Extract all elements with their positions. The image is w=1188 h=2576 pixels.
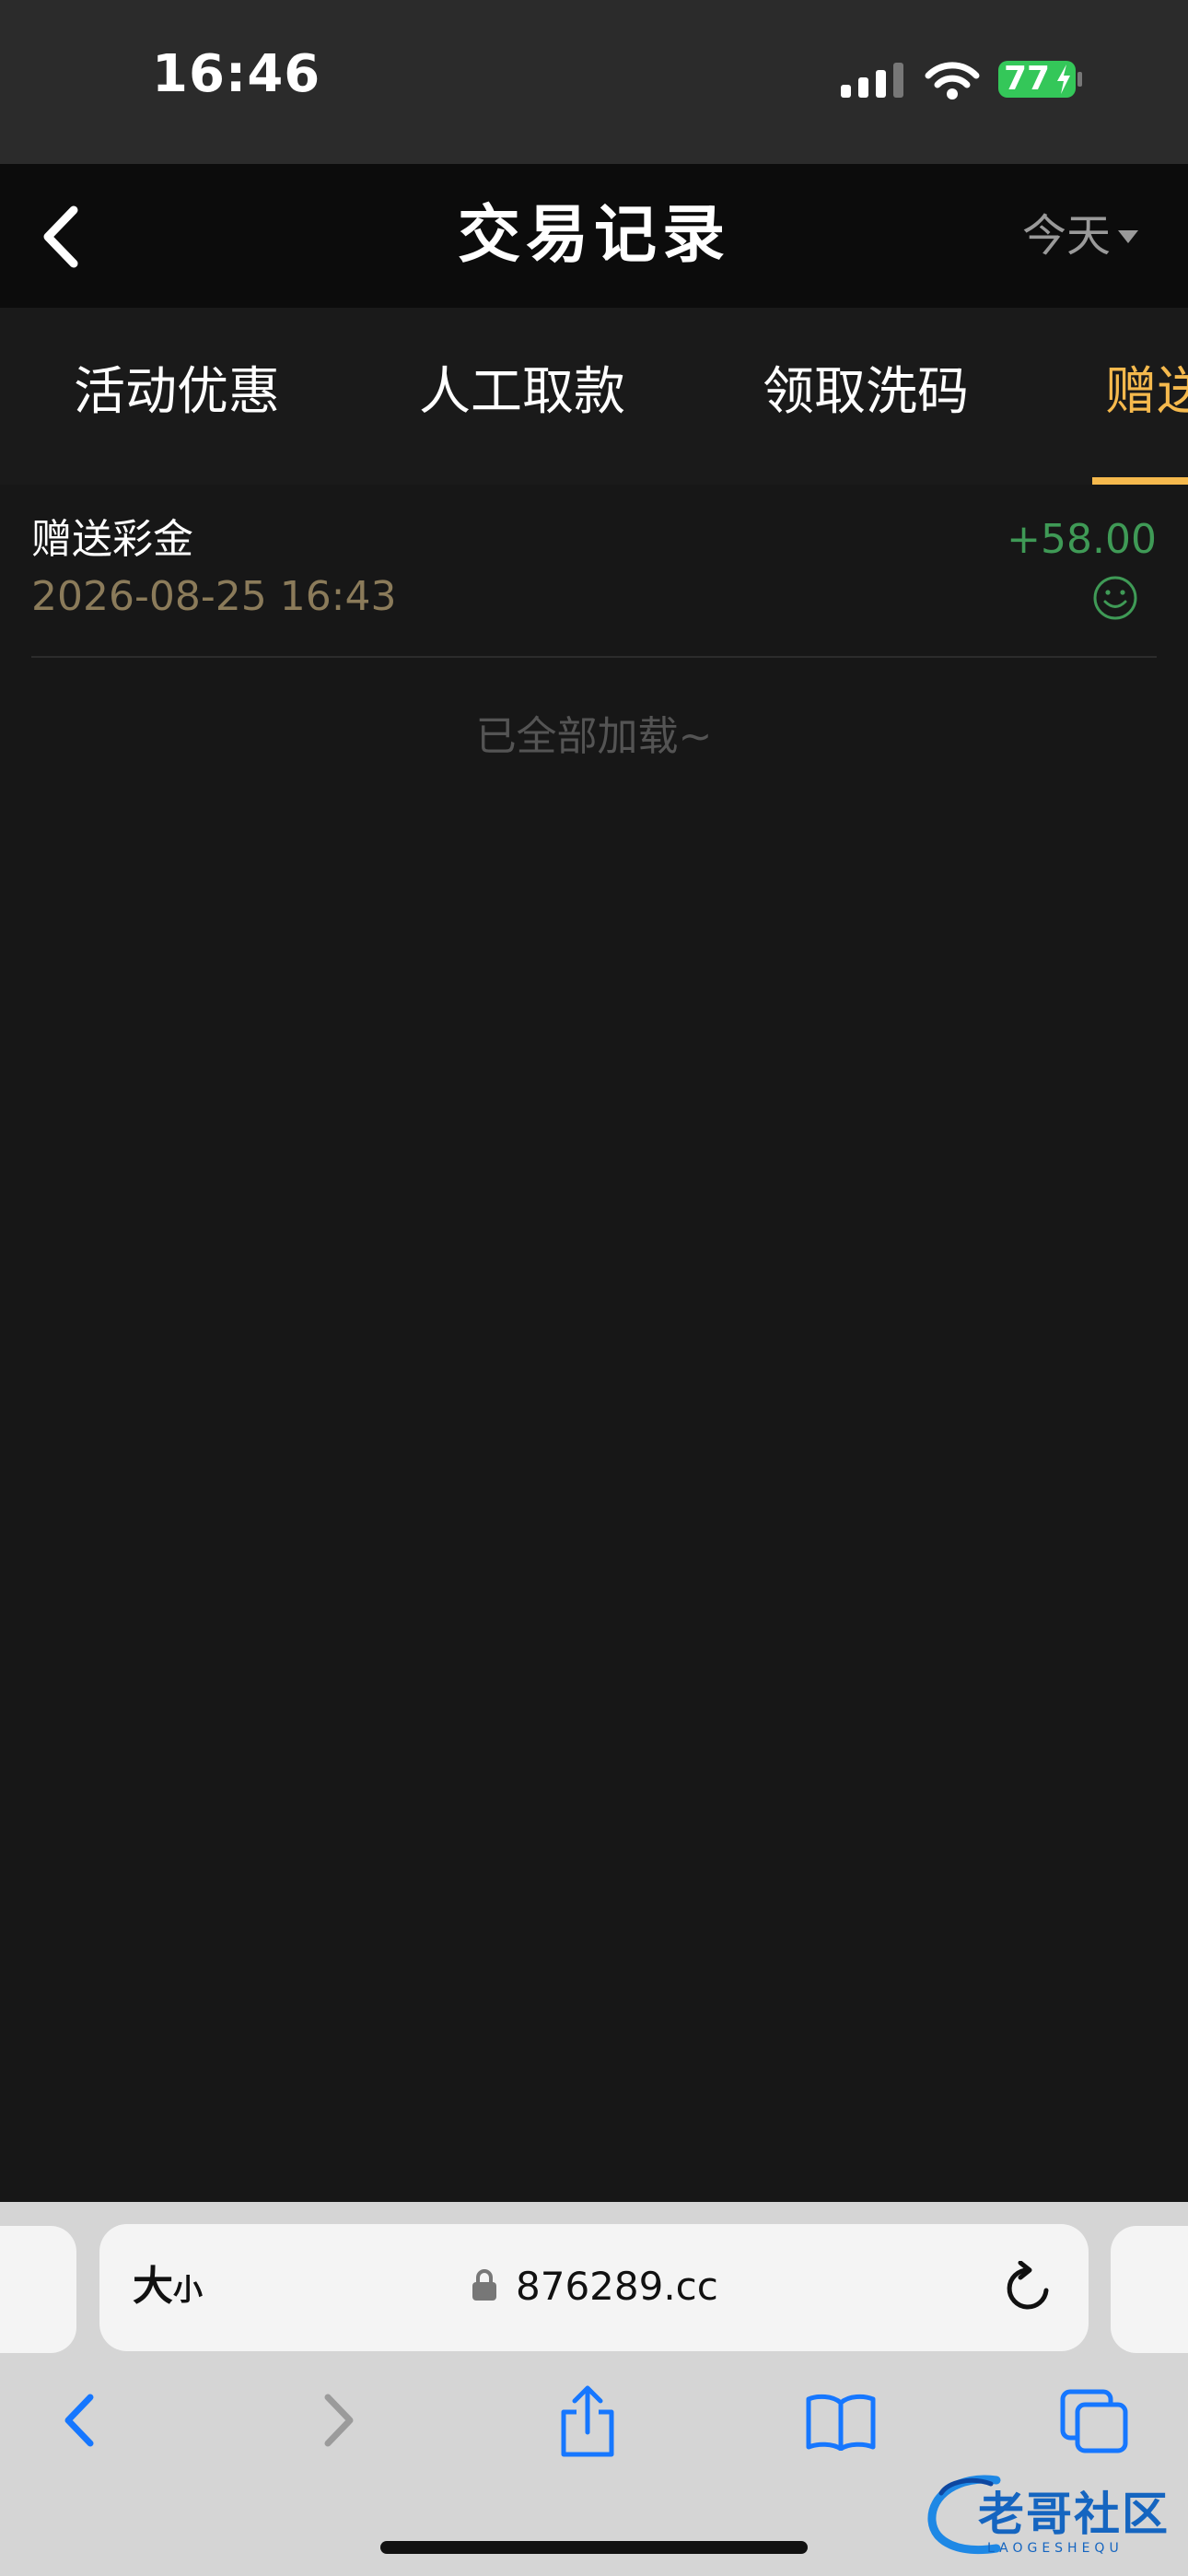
active-tab-indicator xyxy=(1092,477,1188,485)
list-item[interactable]: 赠送彩金 2026-08-25 16:43 +58.00 xyxy=(31,498,1157,658)
record-amount: +58.00 xyxy=(1007,516,1157,563)
date-filter-dropdown[interactable]: 今天 xyxy=(1022,208,1111,263)
text-size-small-glyph: 小 xyxy=(173,2272,204,2307)
community-logo-watermark: 老哥社区 LAOGESHEQU xyxy=(927,2475,1170,2556)
svg-text:LAOGESHEQU: LAOGESHEQU xyxy=(987,2541,1124,2556)
caret-down-icon[interactable] xyxy=(1118,230,1138,245)
load-status-text: 已全部加载~ xyxy=(475,713,713,760)
previous-tab-preview[interactable] xyxy=(0,2226,76,2353)
tab-gift[interactable]: 赠送 xyxy=(1105,359,1188,426)
tab-activity-promotion[interactable]: 活动优惠 xyxy=(74,359,280,426)
reload-icon[interactable] xyxy=(1004,2261,1052,2316)
status-time: 16:46 xyxy=(152,44,321,104)
smile-icon xyxy=(1093,576,1137,620)
address-bar[interactable]: 大小 876289.cc xyxy=(99,2224,1089,2351)
signal-icon xyxy=(841,63,903,98)
share-icon[interactable] xyxy=(556,2384,619,2458)
tabs-icon[interactable] xyxy=(1059,2388,1129,2454)
browser-forward-icon[interactable] xyxy=(315,2390,361,2451)
nav-header: 交易记录 今天 xyxy=(0,164,1188,308)
page-title: 交易记录 xyxy=(457,199,730,272)
text-size-large-glyph: 大 xyxy=(133,2263,173,2310)
bookmarks-icon[interactable] xyxy=(805,2392,877,2451)
record-title: 赠送彩金 xyxy=(31,516,193,563)
status-bar: 16:46 77 xyxy=(0,0,1188,164)
next-tab-preview[interactable] xyxy=(1111,2226,1188,2353)
category-tab-bar: 活动优惠 人工取款 领取洗码 赠送 xyxy=(0,308,1188,485)
browser-address-area: 大小 876289.cc xyxy=(0,2202,1188,2359)
text-size-button[interactable]: 大小 xyxy=(133,2259,203,2317)
home-indicator[interactable] xyxy=(380,2541,808,2554)
wifi-icon xyxy=(925,62,980,100)
lock-icon xyxy=(472,2269,496,2301)
tab-manual-withdrawal[interactable]: 人工取款 xyxy=(419,359,625,426)
svg-text:老哥社区: 老哥社区 xyxy=(978,2488,1170,2541)
browser-back-icon[interactable] xyxy=(57,2390,103,2451)
url-text: 876289.cc xyxy=(516,2264,718,2309)
battery-level: 77 xyxy=(1004,60,1051,98)
tab-claim-rebate[interactable]: 领取洗码 xyxy=(763,359,969,426)
record-time: 2026-08-25 16:43 xyxy=(31,573,397,620)
